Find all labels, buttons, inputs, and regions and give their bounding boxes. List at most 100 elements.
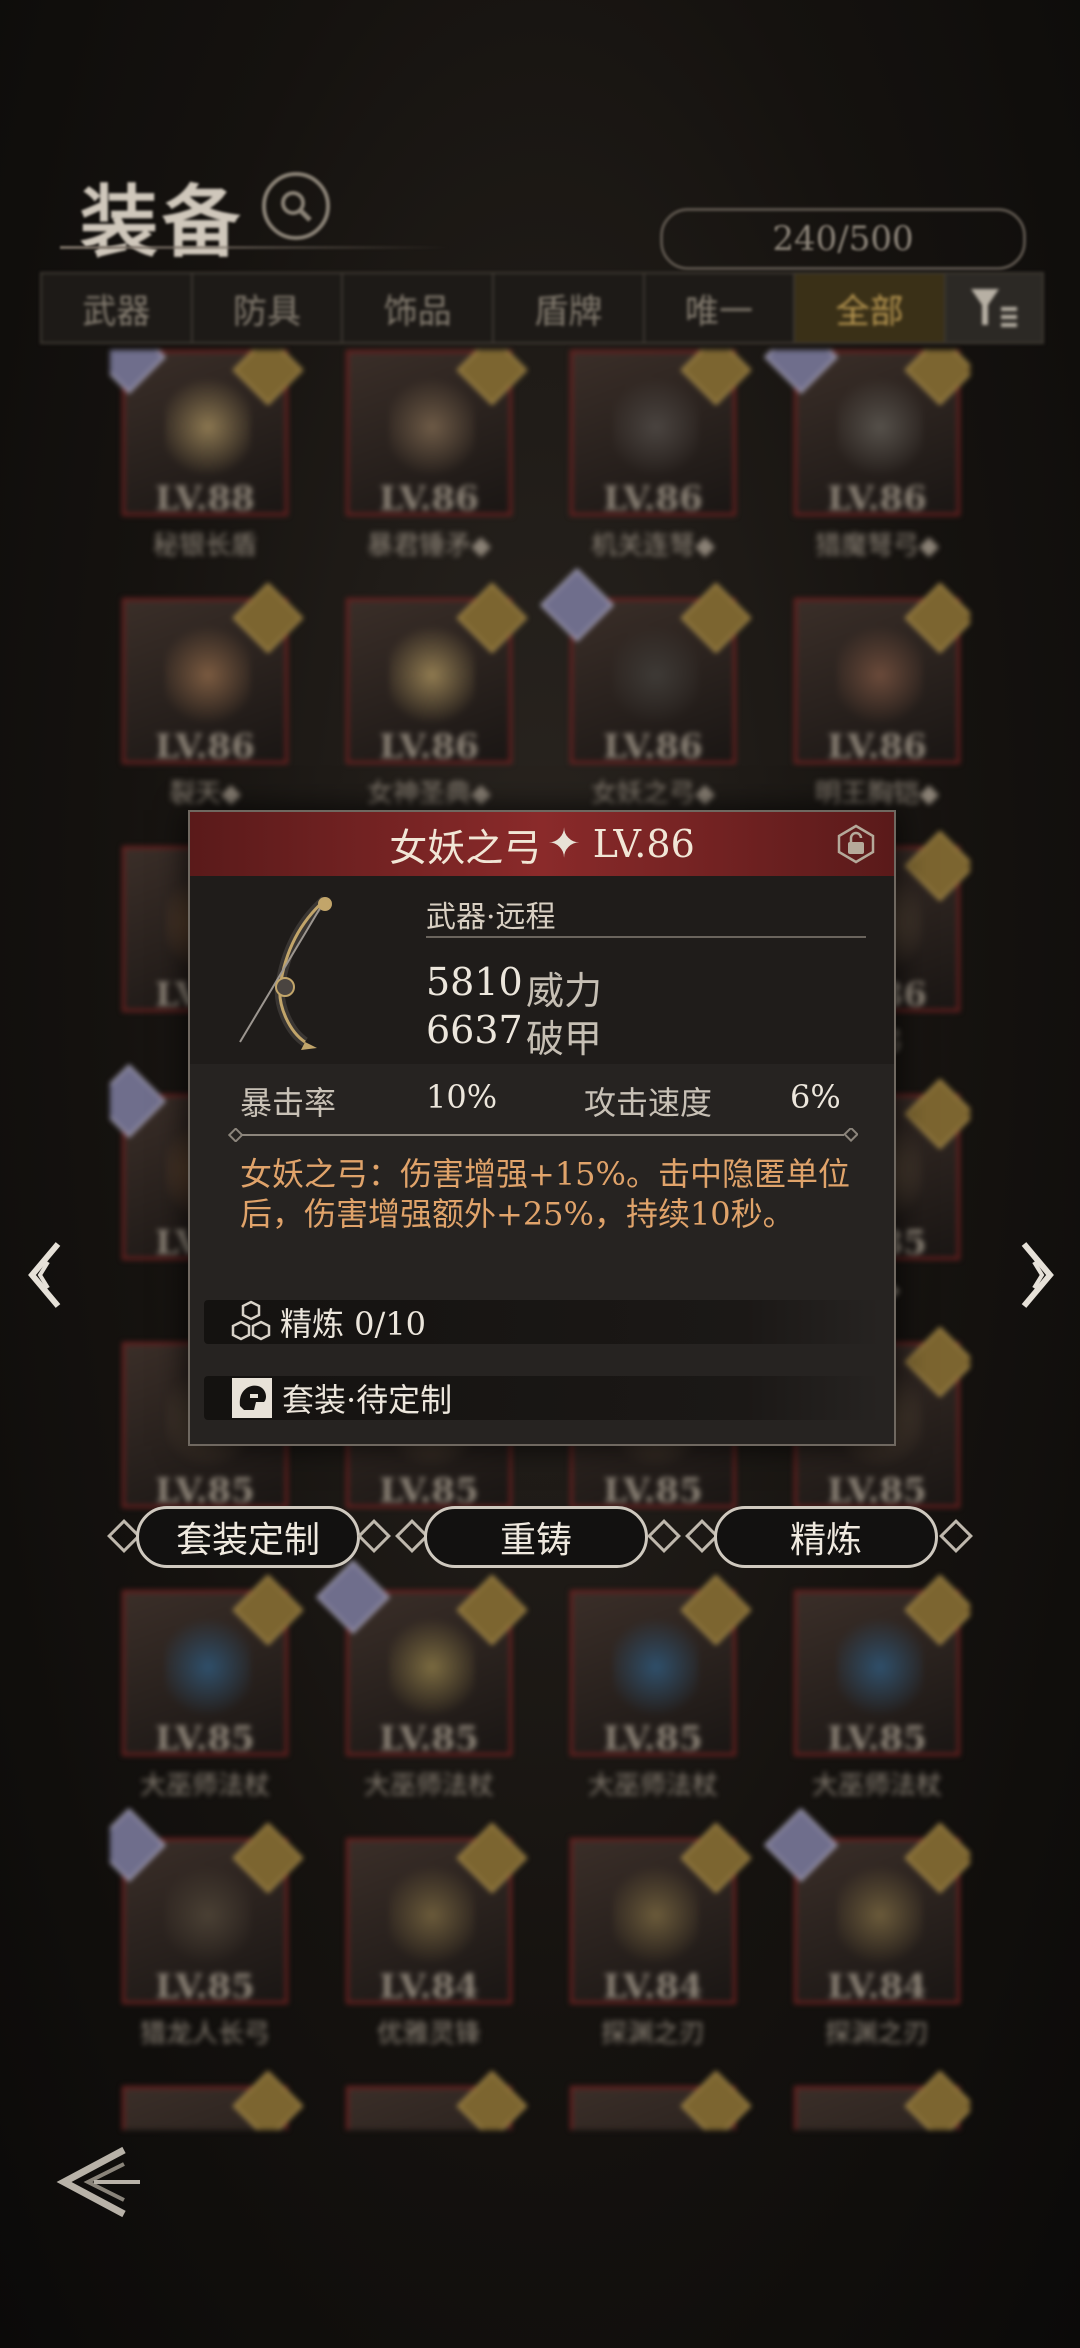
slot-name: 暴君锤矛◆	[367, 531, 491, 561]
equipment-slot[interactable]: LV.85 猎龙人长弓	[110, 1808, 304, 2049]
slot-name: 秘银长盾	[152, 531, 257, 561]
equipment-slot[interactable]: LV.86 暴君锤矛◆	[346, 350, 528, 561]
item-art	[837, 625, 923, 725]
slot-name: 明王胸铠◆	[815, 779, 939, 809]
gem-icon	[316, 1560, 390, 1634]
item-detail-popup: 女妖之弓 ✦ LV.86 武器·远程 5810 威力 6637 破甲 暴击率 1…	[188, 810, 896, 1446]
slot-level: LV.86	[827, 479, 927, 519]
pierce-label: 破甲	[526, 1017, 603, 1061]
slot-level: LV.85	[379, 1471, 479, 1511]
slot-name: 优雅灵锋	[376, 2019, 481, 2049]
item-art	[389, 625, 475, 725]
tab-all[interactable]: 全部	[795, 274, 947, 342]
slot-level: LV.85	[379, 1719, 479, 1759]
search-icon	[281, 191, 312, 222]
tab-weapon[interactable]: 武器	[42, 274, 193, 342]
inventory-capacity: 240/500	[660, 208, 1026, 270]
slot-name: 探渊之刃	[824, 2019, 929, 2049]
item-category: 武器·远程	[426, 900, 556, 935]
item-art	[613, 625, 699, 725]
quality-badge	[456, 2070, 528, 2130]
equipment-slot[interactable]: LV.86 女妖之弓◆	[540, 568, 752, 809]
slot-level: LV.85	[155, 1719, 255, 1759]
gem-icon	[764, 1808, 838, 1882]
slot-level: LV.88	[155, 479, 255, 519]
equipment-slot[interactable]	[794, 2070, 970, 2130]
equipment-slot[interactable]: LV.86 明王胸铠◆	[794, 582, 970, 809]
tab-shield[interactable]: 盾牌	[494, 274, 645, 342]
equipment-slot[interactable]: LV.85 大巫师法杖	[794, 1574, 970, 1801]
secondary-stats: 暴击率 10% 攻击速度 6%	[190, 1064, 894, 1132]
item-art	[165, 625, 251, 725]
gem-icon	[540, 568, 614, 642]
item-art	[613, 1617, 699, 1717]
item-art	[837, 1865, 923, 1965]
equipment-slot[interactable]: LV.86 裂天◆	[122, 582, 304, 809]
slot-name: 裂天◆	[169, 779, 241, 809]
slot-name: 猎龙人长弓	[139, 2019, 270, 2049]
equipment-slot[interactable]: LV.85 大巫师法杖	[122, 1574, 304, 1801]
slot-name: 女妖之弓◆	[591, 779, 715, 809]
slot-level: LV.84	[603, 1967, 703, 2007]
sparkle-star-icon: ✦	[547, 821, 581, 867]
equipment-slot[interactable]: LV.84 优雅灵锋	[346, 1822, 528, 2049]
slot-level: LV.85	[827, 1719, 927, 1759]
filter-icon	[971, 289, 1018, 327]
tab-accessory[interactable]: 饰品	[343, 274, 495, 342]
reforge-button[interactable]: 重铸	[424, 1506, 648, 1568]
equipment-slot[interactable]: LV.86 女神圣典◆	[346, 582, 528, 809]
item-description: 女妖之弓：伤害增强+15%。击中隐匿单位后，伤害增强额外+25%，持续10秒。	[240, 1155, 850, 1233]
crit-rate-label: 暴击率	[240, 1084, 337, 1122]
slot-level: LV.84	[379, 1967, 479, 2007]
slot-name: 大巫师法杖	[363, 1771, 494, 1801]
equipment-slot[interactable]	[346, 2070, 528, 2130]
item-level: LV.86	[592, 822, 695, 866]
item-art	[165, 1617, 251, 1717]
filter-button[interactable]	[946, 274, 1043, 342]
slot-level: LV.85	[603, 1719, 703, 1759]
item-art	[389, 377, 475, 477]
slot-level: LV.86	[603, 479, 703, 519]
equipment-slot[interactable]: LV.85 大巫师法杖	[570, 1574, 752, 1801]
set-custom-button[interactable]: 套装定制	[136, 1506, 360, 1568]
quality-badge	[680, 2070, 752, 2130]
helmet-icon	[232, 1378, 272, 1418]
lock-icon[interactable]	[836, 824, 876, 864]
item-art	[613, 377, 699, 477]
equipment-slot[interactable]	[570, 2070, 752, 2130]
quality-badge	[904, 2070, 970, 2130]
equipment-slot[interactable]: LV.86 猎魔弩弓◆	[764, 350, 970, 561]
tab-unique[interactable]: 唯一	[645, 274, 796, 342]
attack-speed-value: 6%	[790, 1078, 841, 1116]
equipment-slot[interactable]: LV.88 秘银长盾	[110, 350, 304, 561]
bow-icon	[239, 896, 332, 1050]
honeycomb-icon	[231, 1300, 271, 1341]
slot-name: 大巫师法杖	[587, 1771, 718, 1801]
quality-badge	[232, 2070, 304, 2130]
tab-armor[interactable]: 防具	[193, 274, 344, 342]
search-button[interactable]	[262, 172, 330, 240]
equipment-slot[interactable]: LV.84 探渊之刃	[764, 1808, 970, 2049]
popup-header: 女妖之弓 ✦ LV.86	[190, 812, 894, 876]
category-tabs: 武器 防具 饰品 盾牌 唯一 全部	[40, 272, 1044, 344]
equipment-slot[interactable]: LV.85 大巫师法杖	[316, 1560, 528, 1801]
power-label: 威力	[526, 969, 603, 1013]
item-name: 女妖之弓	[389, 825, 542, 870]
set-status: 套装·待定制	[282, 1381, 453, 1419]
item-art	[389, 1865, 475, 1965]
equipment-slot[interactable]	[122, 2070, 304, 2130]
slot-name: 大巫师法杖	[811, 1771, 942, 1801]
popup-stats-panel: 武器·远程 5810 威力 6637 破甲	[190, 876, 894, 1064]
pierce-value: 6637	[426, 1008, 523, 1052]
refine-button[interactable]: 精炼	[714, 1506, 938, 1568]
equipment-slot[interactable]: LV.86 机关连弩◆	[570, 350, 752, 561]
gem-icon	[110, 350, 166, 394]
set-row[interactable]: 套装·待定制	[204, 1376, 880, 1420]
gem-icon	[764, 350, 838, 394]
refine-row[interactable]: 精炼 0/10	[204, 1300, 880, 1344]
back-icon[interactable]	[54, 2142, 144, 2222]
equipment-slot[interactable]: LV.84 探渊之刃	[570, 1822, 752, 2049]
left-arrow-icon[interactable]	[22, 1240, 70, 1310]
right-arrow-icon[interactable]	[1012, 1240, 1060, 1310]
slot-level: LV.86	[379, 479, 479, 519]
